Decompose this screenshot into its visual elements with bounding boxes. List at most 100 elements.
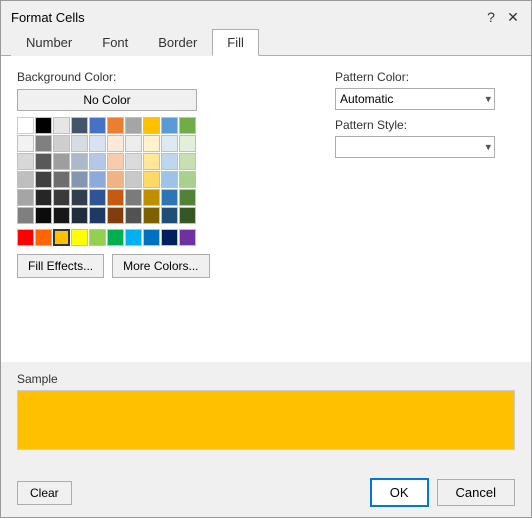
main-content: Background Color: No Color [1,56,531,362]
color-cell[interactable] [125,117,142,134]
color-cell[interactable] [17,153,34,170]
color-cell[interactable] [17,171,34,188]
color-cell[interactable] [17,189,34,206]
color-cell[interactable] [71,117,88,134]
color-white[interactable] [17,117,34,134]
color-cell[interactable] [71,153,88,170]
color-cell[interactable] [143,117,160,134]
color-row-4 [17,171,315,188]
sample-preview [17,390,515,450]
no-color-button[interactable]: No Color [17,89,197,111]
ok-button[interactable]: OK [370,478,429,507]
tab-fill[interactable]: Fill [212,29,259,56]
color-cell[interactable] [17,207,34,224]
color-cell[interactable] [89,171,106,188]
color-cell[interactable] [179,135,196,152]
clear-button[interactable]: Clear [17,481,72,505]
color-cell[interactable] [179,207,196,224]
color-cell[interactable] [107,171,124,188]
color-cell[interactable] [35,171,52,188]
color-cell[interactable] [89,117,106,134]
color-cell[interactable] [53,207,70,224]
color-cell[interactable] [125,189,142,206]
color-cell[interactable] [89,189,106,206]
color-gold[interactable] [53,229,70,246]
color-cell[interactable] [107,135,124,152]
color-orange[interactable] [35,229,52,246]
pattern-color-select[interactable]: Automatic [335,88,495,110]
color-red[interactable] [17,229,34,246]
color-cell[interactable] [143,171,160,188]
color-cell[interactable] [179,117,196,134]
color-cell[interactable] [179,189,196,206]
color-cell[interactable] [53,117,70,134]
color-cell[interactable] [107,207,124,224]
color-purple[interactable] [179,229,196,246]
color-cell[interactable] [161,117,178,134]
color-cell[interactable] [71,135,88,152]
color-cell[interactable] [125,135,142,152]
sample-section: Sample [17,372,515,450]
color-cell[interactable] [179,153,196,170]
tab-number[interactable]: Number [11,29,87,56]
color-cell[interactable] [107,189,124,206]
color-cell[interactable] [35,207,52,224]
color-cell[interactable] [125,153,142,170]
color-grid [17,117,315,246]
sample-label: Sample [17,372,515,386]
color-navy[interactable] [161,229,178,246]
color-cell[interactable] [89,135,106,152]
color-action-buttons: Fill Effects... More Colors... [17,254,315,278]
fill-effects-button[interactable]: Fill Effects... [17,254,104,278]
color-cell[interactable] [35,153,52,170]
color-row-2 [17,135,315,152]
color-cell[interactable] [89,153,106,170]
pattern-style-select[interactable] [335,136,495,158]
color-blue[interactable] [143,229,160,246]
color-cell[interactable] [53,171,70,188]
color-cell[interactable] [179,171,196,188]
color-cell[interactable] [161,135,178,152]
close-button[interactable]: ✕ [505,9,521,25]
color-cell[interactable] [53,153,70,170]
left-panel: Background Color: No Color [17,70,315,348]
color-row-3 [17,153,315,170]
color-green[interactable] [107,229,124,246]
color-cell[interactable] [143,189,160,206]
color-cell[interactable] [107,117,124,134]
cancel-button[interactable]: Cancel [437,479,515,506]
color-cell[interactable] [17,135,34,152]
color-cell[interactable] [53,189,70,206]
color-cell[interactable] [143,135,160,152]
color-cell[interactable] [71,171,88,188]
color-cell[interactable] [53,135,70,152]
color-black[interactable] [35,117,52,134]
tab-bar: Number Font Border Fill [1,29,531,56]
color-cell[interactable] [71,189,88,206]
right-panel: Pattern Color: Automatic Pattern Style: [335,70,515,348]
color-cell[interactable] [161,207,178,224]
color-cyan[interactable] [125,229,142,246]
pattern-style-label: Pattern Style: [335,118,515,132]
title-bar: Format Cells ? ✕ [1,1,531,29]
color-cell[interactable] [107,153,124,170]
background-color-label: Background Color: [17,70,315,84]
color-cell[interactable] [125,207,142,224]
color-yellow[interactable] [71,229,88,246]
color-cell[interactable] [125,171,142,188]
color-lime[interactable] [89,229,106,246]
color-cell[interactable] [161,189,178,206]
color-cell[interactable] [143,153,160,170]
tab-border[interactable]: Border [143,29,212,56]
color-row-basic [17,117,315,134]
color-cell[interactable] [161,153,178,170]
tab-font[interactable]: Font [87,29,143,56]
more-colors-button[interactable]: More Colors... [112,254,209,278]
color-cell[interactable] [35,189,52,206]
color-cell[interactable] [89,207,106,224]
color-cell[interactable] [143,207,160,224]
color-cell[interactable] [35,135,52,152]
help-button[interactable]: ? [483,9,499,25]
color-cell[interactable] [71,207,88,224]
color-cell[interactable] [161,171,178,188]
